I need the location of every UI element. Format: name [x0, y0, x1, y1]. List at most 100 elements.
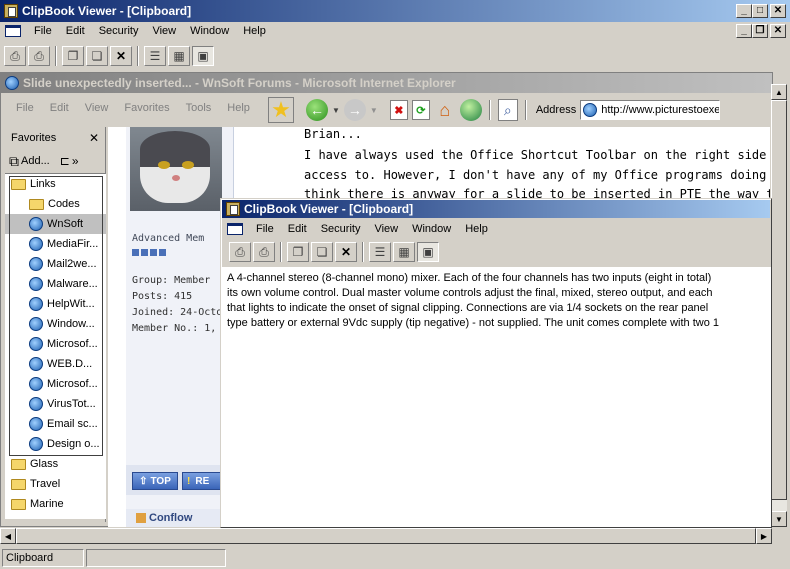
mdi-minimize-button[interactable]: _: [736, 24, 752, 38]
scroll-right-button[interactable]: ▶: [756, 528, 772, 544]
member-rank: Advanced Mem: [132, 233, 205, 244]
ie-scrollbar[interactable]: ▲ ▼: [771, 84, 787, 527]
favorites-item[interactable]: MediaFir...: [5, 234, 106, 254]
inner-connect-button[interactable]: ⎙: [229, 242, 251, 262]
link-icon: [29, 317, 43, 331]
grid-icon: ▦: [173, 49, 185, 63]
menu-help[interactable]: Help: [236, 25, 273, 37]
folder-icon: [11, 498, 26, 510]
inner-delete-button[interactable]: ✕: [335, 242, 357, 262]
scroll-up-button[interactable]: ▲: [771, 84, 787, 100]
favorites-item[interactable]: Mail2we...: [5, 254, 106, 274]
inner-stop-sharing-button[interactable]: ❏: [311, 242, 333, 262]
favorites-item[interactable]: VirusTot...: [5, 394, 106, 414]
folder-icon: [29, 198, 44, 210]
inner-menu-edit[interactable]: Edit: [281, 223, 314, 235]
menu-file[interactable]: File: [27, 25, 59, 37]
full-page-button[interactable]: ▣: [192, 46, 214, 66]
connect-button[interactable]: ⎙: [4, 46, 26, 66]
inner-thumbnails-button[interactable]: ▦: [393, 242, 415, 262]
favorites-item-label: Microsof...: [47, 378, 98, 390]
inner-table-of-contents-button[interactable]: ☰: [369, 242, 391, 262]
link-icon: [29, 297, 43, 311]
content-line-1: A 4-channel stereo (8-channel mono) mixe…: [227, 272, 712, 284]
favorites-item[interactable]: Email sc...: [5, 414, 106, 434]
inner-disconnect-button[interactable]: ⎙: [253, 242, 275, 262]
ie-menu-help: Help: [227, 102, 250, 114]
hscroll-thumb[interactable]: [16, 528, 756, 544]
favorites-item[interactable]: Microsof...: [5, 374, 106, 394]
clipbook-icon: [226, 202, 240, 216]
ie-menu-file: File: [16, 102, 34, 114]
outer-hscrollbar[interactable]: ◀ ▶: [0, 528, 772, 544]
inner-menu-view[interactable]: View: [367, 223, 405, 235]
post-line-1: Brian...: [304, 127, 362, 141]
more-chevron-icon: »: [71, 154, 79, 168]
inner-full-page-button[interactable]: ▣: [417, 242, 439, 262]
favorites-item[interactable]: Design o...: [5, 434, 106, 454]
inner-titlebar[interactable]: ClipBook Viewer - [Clipboard]: [222, 200, 770, 218]
post-line-2: I have always used the Office Shortcut T…: [304, 148, 770, 162]
ie-title: Slide unexpectedly inserted... - WnSoft …: [23, 76, 456, 90]
inner-document-icon[interactable]: [227, 223, 243, 235]
inner-menu-file[interactable]: File: [249, 223, 281, 235]
folder-icon: [11, 478, 26, 490]
favorites-item[interactable]: Malware...: [5, 274, 106, 294]
favorites-item[interactable]: Links: [5, 174, 106, 194]
favorites-item[interactable]: HelpWit...: [5, 294, 106, 314]
inner-menu-security[interactable]: Security: [314, 223, 368, 235]
ie-toolbar-separator: [488, 100, 491, 120]
favorites-item-label: WEB.D...: [47, 358, 93, 370]
rank-pips: [132, 249, 166, 256]
picture-icon: ▣: [422, 245, 434, 259]
scroll-down-button[interactable]: ▼: [771, 511, 787, 527]
favorites-item[interactable]: Travel: [5, 474, 106, 494]
inner-share-button[interactable]: ❐: [287, 242, 309, 262]
mdi-restore-button[interactable]: ❐: [752, 24, 768, 38]
up-arrow-icon: ⇧: [139, 475, 148, 487]
scroll-thumb[interactable]: [771, 100, 787, 500]
favorites-item[interactable]: WEB.D...: [5, 354, 106, 374]
disconnect-button[interactable]: ⎙: [28, 46, 50, 66]
add-favorite-icon: ⧉: [9, 152, 19, 169]
inner-menu-help[interactable]: Help: [458, 223, 495, 235]
thumbnails-button[interactable]: ▦: [168, 46, 190, 66]
mdi-close-button[interactable]: ✕: [770, 24, 786, 38]
close-button[interactable]: ✕: [770, 4, 786, 18]
ie-menu-edit: Edit: [49, 102, 69, 114]
favorites-item[interactable]: Window...: [5, 314, 106, 334]
maximize-button[interactable]: □: [752, 4, 768, 18]
status-text: Clipboard: [6, 551, 54, 564]
top-button: ⇧ TOP: [132, 472, 178, 490]
forward-icon: →: [343, 99, 366, 121]
page-icon: [583, 103, 598, 117]
document-icon[interactable]: [5, 25, 21, 37]
share-button[interactable]: ❐: [62, 46, 84, 66]
menu-window[interactable]: Window: [183, 25, 236, 37]
link-icon: [29, 237, 43, 251]
outer-titlebar[interactable]: ClipBook Viewer - [Clipboard]: [0, 0, 790, 22]
link-icon: [29, 417, 43, 431]
inner-title: ClipBook Viewer - [Clipboard]: [244, 202, 414, 216]
minimize-button[interactable]: _: [736, 4, 752, 18]
menu-view[interactable]: View: [145, 25, 183, 37]
table-of-contents-button[interactable]: ☰: [144, 46, 166, 66]
avatar: [130, 127, 222, 211]
favorites-item[interactable]: Glass: [5, 454, 106, 474]
favorites-item[interactable]: Microsof...: [5, 334, 106, 354]
delete-button[interactable]: ✕: [110, 46, 132, 66]
menu-edit[interactable]: Edit: [59, 25, 92, 37]
favorites-item[interactable]: Codes: [5, 194, 106, 214]
favorites-item[interactable]: WnSoft: [5, 214, 106, 234]
menu-security[interactable]: Security: [92, 25, 146, 37]
stop-sharing-button[interactable]: ❏: [86, 46, 108, 66]
toolbar-separator: [362, 242, 364, 262]
outer-toolbar: ⎙ ⎙ ❐ ❏ ✕ ☰ ▦ ▣: [4, 44, 214, 68]
ie-logo-icon: [5, 76, 19, 90]
list-icon: ☰: [374, 245, 386, 259]
favorites-item[interactable]: Marine: [5, 494, 106, 514]
add-favorite-label: Add...: [21, 155, 50, 167]
clipbook-icon: [4, 4, 18, 18]
scroll-left-button[interactable]: ◀: [0, 528, 16, 544]
inner-menu-window[interactable]: Window: [405, 223, 458, 235]
